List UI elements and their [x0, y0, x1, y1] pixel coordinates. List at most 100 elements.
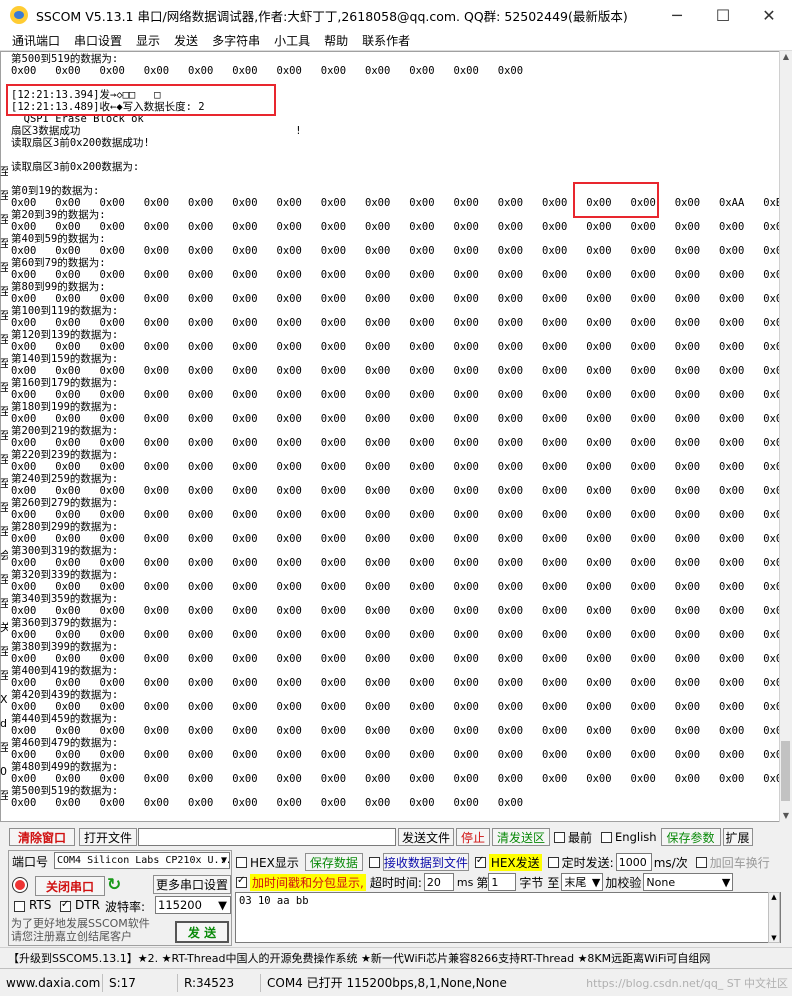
- clipped-char: 至: [0, 645, 8, 658]
- file-path-input[interactable]: [138, 828, 396, 846]
- receive-line: 0x00 0x00 0x00 0x00 0x00 0x00 0x00 0x00 …: [11, 605, 781, 617]
- close-port-button[interactable]: 关闭串口: [35, 876, 105, 896]
- close-button[interactable]: ✕: [746, 0, 792, 30]
- window-controls: ─ ☐ ✕: [654, 0, 792, 30]
- receive-line: 第60到79的数据为:: [11, 257, 106, 269]
- send-scrollbar[interactable]: ▲ ▼: [768, 892, 780, 943]
- dtr-checkbox[interactable]: [60, 899, 71, 912]
- checksum-select[interactable]: None ▼: [643, 873, 734, 891]
- received-count: R:34523: [178, 973, 261, 992]
- english-checkbox[interactable]: [601, 831, 613, 843]
- receive-line: 0x00 0x00 0x00 0x00 0x00 0x00 0x00 0x00 …: [11, 533, 781, 545]
- scroll-down-icon[interactable]: ▼: [780, 810, 792, 822]
- menu-port[interactable]: 通讯端口: [0, 32, 67, 49]
- clipped-char: d: [0, 717, 7, 730]
- recv-to-file-button[interactable]: 接收数据到文件: [382, 853, 469, 871]
- status-bar: www.daxia.com S:17 R:34523 COM4 已打开 1152…: [0, 968, 792, 996]
- receive-area[interactable]: 第500到519的数据为: 0x00 0x00 0x00 0x00 0x00 0x…: [0, 51, 782, 822]
- clipped-char: 至: [0, 597, 8, 610]
- open-file-button[interactable]: 打开文件: [79, 828, 137, 846]
- receive-line: 0x00 0x00 0x00 0x00 0x00 0x00 0x00 0x00 …: [11, 581, 781, 593]
- receive-line: 0x00 0x00 0x00 0x00 0x00 0x00 0x00 0x00 …: [11, 413, 781, 425]
- port-select[interactable]: COM4 Silicon Labs CP210x U... ▼: [54, 852, 230, 869]
- scroll-up-icon[interactable]: ▲: [780, 51, 792, 63]
- options-panel: HEX显示 保存数据 接收数据到文件 HEX发送 定时发送: 1000 ms/次…: [236, 852, 792, 892]
- port-label: 端口号: [12, 855, 49, 869]
- receive-line: 第420到439的数据为:: [11, 689, 119, 701]
- receive-line: 第200到219的数据为:: [11, 425, 119, 437]
- menu-display[interactable]: 显示: [129, 32, 167, 49]
- title-bar: SSCOM V5.13.1 串口/网络数据调试器,作者:大虾丁丁,2618058…: [0, 0, 792, 31]
- end-select-value: 末尾: [564, 876, 587, 889]
- receive-line: 第440到459的数据为:: [11, 713, 119, 725]
- expand-button[interactable]: 扩展: [722, 828, 753, 846]
- receive-line: 0x00 0x00 0x00 0x00 0x00 0x00 0x00 0x00 …: [11, 797, 524, 809]
- menu-multi-string[interactable]: 多字符串: [205, 32, 267, 49]
- receive-line: 0x00 0x00 0x00 0x00 0x00 0x00 0x00 0x00 …: [11, 701, 781, 713]
- menu-tools[interactable]: 小工具: [267, 32, 317, 49]
- recv-to-file-checkbox[interactable]: [368, 856, 380, 868]
- clipped-char: 至: [0, 165, 8, 178]
- receive-line: 第400到419的数据为:: [11, 665, 119, 677]
- add-crlf-checkbox[interactable]: [695, 856, 707, 868]
- refresh-icon[interactable]: ↻: [107, 875, 121, 895]
- send-button[interactable]: 发 送: [175, 921, 229, 943]
- timestamp-checkbox[interactable]: [236, 875, 247, 888]
- send-file-button[interactable]: 发送文件: [398, 828, 454, 846]
- menu-contact[interactable]: 联系作者: [355, 32, 417, 49]
- clipped-char: 至: [0, 189, 8, 202]
- website-link[interactable]: www.daxia.com: [0, 973, 103, 992]
- hex-display-checkbox[interactable]: [236, 856, 247, 868]
- topmost-checkbox[interactable]: [554, 831, 565, 843]
- save-data-button[interactable]: 保存数据: [304, 853, 363, 871]
- hex-send-checkbox[interactable]: [474, 855, 486, 868]
- minimize-button[interactable]: ─: [654, 0, 700, 30]
- receive-line: 第380到399的数据为:: [11, 641, 119, 653]
- receive-line: 0x00 0x00 0x00 0x00 0x00 0x00 0x00 0x00 …: [11, 773, 781, 785]
- receive-line: 第40到59的数据为:: [11, 233, 106, 245]
- timed-send-checkbox[interactable]: [547, 856, 559, 868]
- topmost-label: 最前: [568, 830, 593, 845]
- menu-send[interactable]: 发送: [167, 32, 205, 49]
- rts-label: RTS: [29, 898, 52, 912]
- clipped-char: 至: [0, 381, 8, 394]
- timeout-input[interactable]: 20: [423, 873, 454, 891]
- scroll-thumb[interactable]: [781, 741, 790, 801]
- maximize-button[interactable]: ☐: [700, 0, 746, 30]
- send-input[interactable]: 03 10 aa bb: [235, 892, 781, 943]
- receive-line: 第160到179的数据为:: [11, 377, 119, 389]
- clear-window-button[interactable]: 清除窗口: [9, 828, 75, 846]
- receive-line: 第80到99的数据为:: [11, 281, 106, 293]
- clipped-char: 至: [0, 789, 8, 802]
- menu-serial-settings[interactable]: 串口设置: [67, 32, 129, 49]
- end-select[interactable]: 末尾 ▼: [561, 873, 604, 891]
- receive-line: 第320到339的数据为:: [11, 569, 119, 581]
- interval-input[interactable]: 1000: [615, 853, 652, 871]
- receive-line: 0x00 0x00 0x00 0x00 0x00 0x00 0x00 0x00 …: [11, 437, 781, 449]
- clear-send-area-button[interactable]: 清发送区: [492, 828, 550, 846]
- scroll-down-icon[interactable]: ▼: [769, 934, 779, 942]
- window-title: SSCOM V5.13.1 串口/网络数据调试器,作者:大虾丁丁,2618058…: [36, 8, 628, 24]
- scroll-up-icon[interactable]: ▲: [769, 893, 779, 901]
- more-serial-settings-button[interactable]: 更多串口设置: [153, 875, 231, 894]
- receive-line: 读取扇区3前0x200数据成功!: [11, 137, 150, 149]
- byte-start-input[interactable]: 1: [488, 873, 517, 891]
- receive-line: 第180到199的数据为:: [11, 401, 119, 413]
- menu-help[interactable]: 帮助: [317, 32, 355, 49]
- receive-line: 第500到519的数据为:: [11, 53, 119, 65]
- timestamp-label: 加时间戳和分包显示,: [250, 873, 366, 891]
- receive-line: 0x00 0x00 0x00 0x00 0x00 0x00 0x00 0x00 …: [11, 509, 781, 521]
- clipped-char: 至: [0, 405, 8, 418]
- receive-scrollbar[interactable]: ▲ ▼: [779, 51, 792, 822]
- receive-line: 第0到19的数据为:: [11, 185, 100, 197]
- stop-button[interactable]: 停止: [456, 828, 490, 846]
- save-params-button[interactable]: 保存参数: [660, 828, 721, 846]
- rts-checkbox[interactable]: [14, 901, 25, 912]
- baud-select[interactable]: 115200 ▼: [155, 896, 231, 914]
- announcement-bar[interactable]: 【升级到SSCOM5.13.1】★2. ★RT-Thread中国人的开源免费操作…: [0, 947, 792, 968]
- promo-text: 为了更好地发展SSCOM软件 请您注册嘉立创结尾客户: [11, 917, 150, 943]
- clipped-char: 至: [0, 357, 8, 370]
- clipped-char: 0: [0, 765, 7, 778]
- receive-line: 扇区3数据成功 !: [11, 125, 302, 137]
- receive-line: 0x00 0x00 0x00 0x00 0x00 0x00 0x00 0x00 …: [11, 317, 781, 329]
